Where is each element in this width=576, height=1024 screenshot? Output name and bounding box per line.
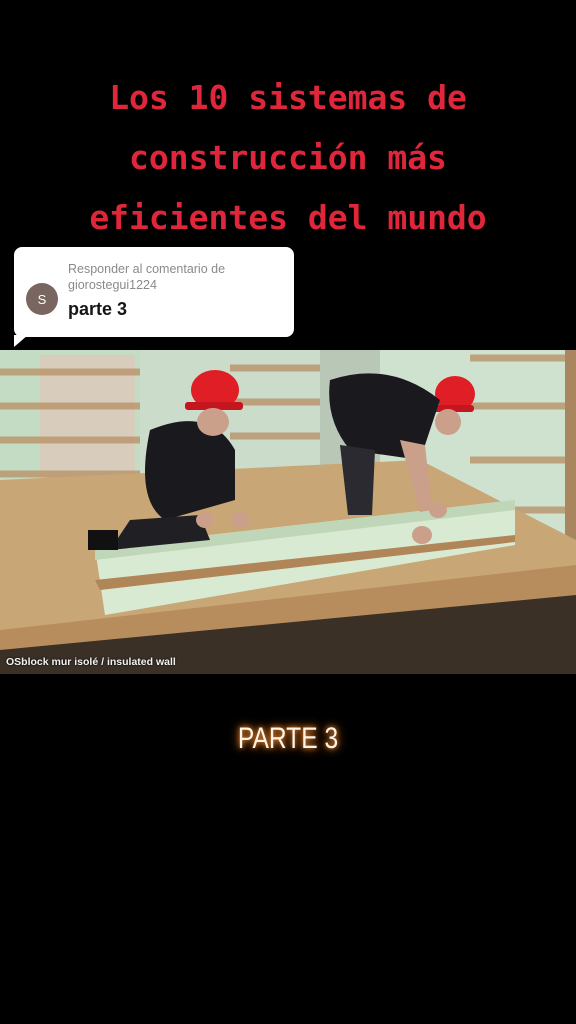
avatar[interactable]: S: [26, 283, 58, 315]
reply-comment-text: parte 3: [68, 299, 128, 319]
reply-label: Responder al comentario de: [68, 262, 226, 276]
reply-meta: Responder al comentario de giorostegui12…: [68, 261, 288, 293]
video-title-overlay: Los 10 sistemas de construcción más efic…: [0, 68, 576, 248]
title-line-1: Los 10 sistemas de: [109, 78, 467, 117]
construction-scene-image: [0, 350, 576, 674]
title-line-3: eficientes del mundo: [89, 198, 487, 237]
video-frame[interactable]: OSblock mur isolé / insulated wall: [0, 350, 576, 674]
title-line-2: construcción más: [129, 138, 447, 177]
reply-comment-card[interactable]: S Responder al comentario de giorostegui…: [14, 247, 294, 347]
avatar-letter: S: [37, 291, 47, 307]
video-watermark: OSblock mur isolé / insulated wall: [6, 656, 176, 668]
part-caption: PARTE 3: [237, 722, 339, 755]
reply-username[interactable]: giorostegui1224: [68, 278, 157, 292]
